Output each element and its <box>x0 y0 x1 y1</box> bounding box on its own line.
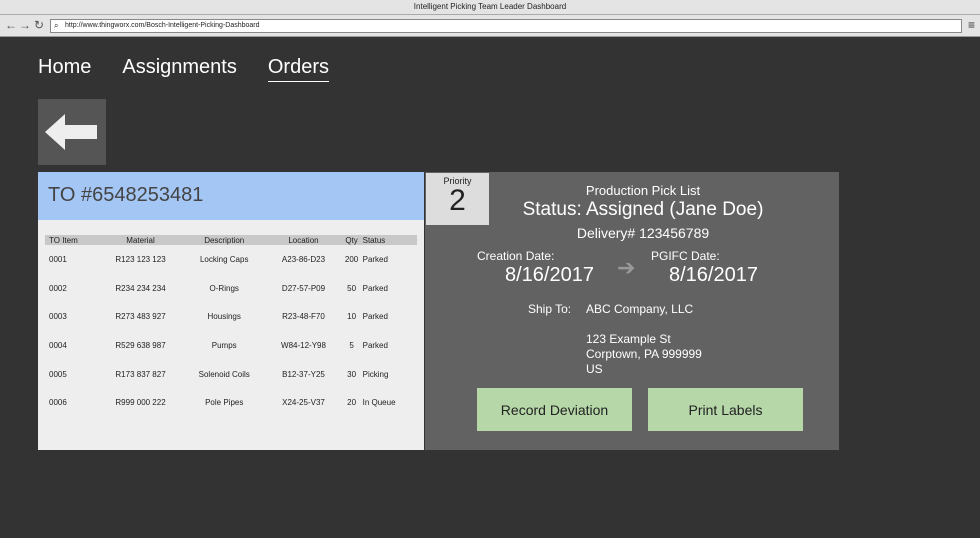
address-line: Corptown, PA 999999 <box>586 347 702 361</box>
table-row[interactable]: 0005 R173 837 827 Solenoid Coils B12-37-Y25… <box>45 360 417 389</box>
table-cell: O-Rings <box>209 283 239 293</box>
column-header: TO Item <box>45 235 100 245</box>
delivery-number: Delivery# 123456789 <box>576 225 710 241</box>
ship-to-address: ABC Company, LLC 123 Example St Corptown, … <box>586 302 702 377</box>
table-cell: R529 638 987 <box>115 340 166 350</box>
table-row[interactable]: 0002 R234 234 234 O-Rings D27-57-P09 50 Parke… <box>45 274 417 303</box>
address-line: ABC Company, LLC <box>586 302 694 316</box>
table-cell: R273 483 927 <box>115 312 166 322</box>
table-cell: Pole Pipes <box>205 398 244 408</box>
menu-icon[interactable]: ≡ <box>968 18 975 32</box>
table-cell: R173 837 827 <box>115 369 166 379</box>
table-cell: D27-57-P09 <box>281 283 326 293</box>
url-input[interactable]: ⌕ http://www.thingworx.com/Bosch-Intellig… <box>50 19 962 33</box>
table-cell: 0002 <box>49 283 67 293</box>
table-cell: Pumps <box>211 340 237 350</box>
column-header: Qty <box>340 235 363 245</box>
table-cell: Solenoid Coils <box>198 369 250 379</box>
refresh-icon[interactable]: ↻ <box>34 18 44 32</box>
table-cell: X24-25-V37 <box>282 398 325 408</box>
forward-arrow-icon[interactable]: → <box>19 18 31 32</box>
table-cell: 0005 <box>49 369 67 379</box>
table-cell: A23-86-D23 <box>281 254 326 264</box>
table-cell: R234 234 234 <box>115 283 166 293</box>
table-cell: Parked <box>362 340 388 350</box>
table-cell: 20 <box>347 398 357 408</box>
left-arrow-icon <box>45 114 97 150</box>
nav-home[interactable]: Home <box>38 56 91 82</box>
address-bar: ← → ↻ ⌕ http://www.thingworx.com/Bosch-In… <box>0 15 980 37</box>
table-row[interactable]: 0004 R529 638 987 Pumps W84-12-Y98 5 Parked <box>45 331 417 360</box>
table-cell: 0001 <box>49 254 67 264</box>
back-arrow-icon[interactable]: ← <box>5 18 17 32</box>
items-table: TO Item Material Description Location Qty Sta… <box>45 235 417 417</box>
status-text: Status: Assigned (Jane Doe) <box>522 199 764 220</box>
table-cell: Locking Caps <box>199 254 249 264</box>
column-header: Material <box>99 235 183 245</box>
table-cell: R123 123 123 <box>115 254 166 264</box>
ship-to-label: Ship To: <box>528 302 572 316</box>
table-cell: R999 000 222 <box>115 398 166 408</box>
table-row[interactable]: 0003 R273 483 927 Housings R23-48-F70 10 Park… <box>45 302 417 331</box>
nav-orders[interactable]: Orders <box>267 56 329 82</box>
table-cell: W84-12-Y98 <box>281 340 326 350</box>
list-title: Production Pick List <box>585 183 701 198</box>
table-cell: 0006 <box>49 398 67 408</box>
table-cell: B12-37-Y25 <box>282 369 325 379</box>
top-nav: Home Assignments Orders <box>38 56 329 82</box>
table-cell: 5 <box>349 340 354 350</box>
table-cell: Parked <box>362 254 388 264</box>
table-row[interactable]: 0006 R999 000 222 Pole Pipes X24-25-V37 20 In… <box>45 388 417 417</box>
table-cell: 200 <box>344 254 359 264</box>
table-cell: 0003 <box>49 312 67 322</box>
order-detail-panel: Priority 2 Production Pick List Status: … <box>425 172 839 450</box>
address-line: 123 Example St <box>586 332 671 346</box>
pgifc-date-label: PGIFC Date: <box>651 249 720 263</box>
search-icon: ⌕ <box>54 21 59 30</box>
table-cell: 10 <box>347 312 357 322</box>
window-title: Intelligent Picking Team Leader Dashboar… <box>0 0 980 15</box>
address-line: US <box>586 362 603 376</box>
table-cell: 0004 <box>49 340 67 350</box>
table-row[interactable]: 0001 R123 123 123 Locking Caps A23-86-D23 20… <box>45 245 417 274</box>
print-labels-button[interactable]: Print Labels <box>648 388 803 431</box>
table-cell: Housings <box>207 312 241 322</box>
column-header: Status <box>362 235 417 245</box>
table-cell: Parked <box>362 312 388 322</box>
nav-assignments[interactable]: Assignments <box>122 56 237 82</box>
table-cell: 30 <box>347 369 357 379</box>
column-header: Location <box>266 235 341 245</box>
record-deviation-button[interactable]: Record Deviation <box>477 388 632 431</box>
creation-date: 8/16/2017 <box>505 264 594 286</box>
back-button[interactable] <box>38 99 106 165</box>
table-cell: Picking <box>362 369 389 379</box>
table-cell: Parked <box>362 283 388 293</box>
pgifc-date: 8/16/2017 <box>669 264 758 286</box>
order-title: TO #6548253481 <box>38 172 424 220</box>
address-line <box>586 317 702 332</box>
table-cell: In Queue <box>362 398 396 408</box>
url-text: http://www.thingworx.com/Bosch-Intellige… <box>65 22 260 29</box>
right-arrow-icon: ➔ <box>617 255 636 280</box>
column-header: Description <box>182 235 267 245</box>
order-items-panel: TO #6548253481 TO Item Material Descriptio… <box>38 172 424 450</box>
creation-date-label: Creation Date: <box>477 249 555 263</box>
table-cell: 50 <box>347 283 357 293</box>
table-cell: R23-48-F70 <box>282 312 325 322</box>
